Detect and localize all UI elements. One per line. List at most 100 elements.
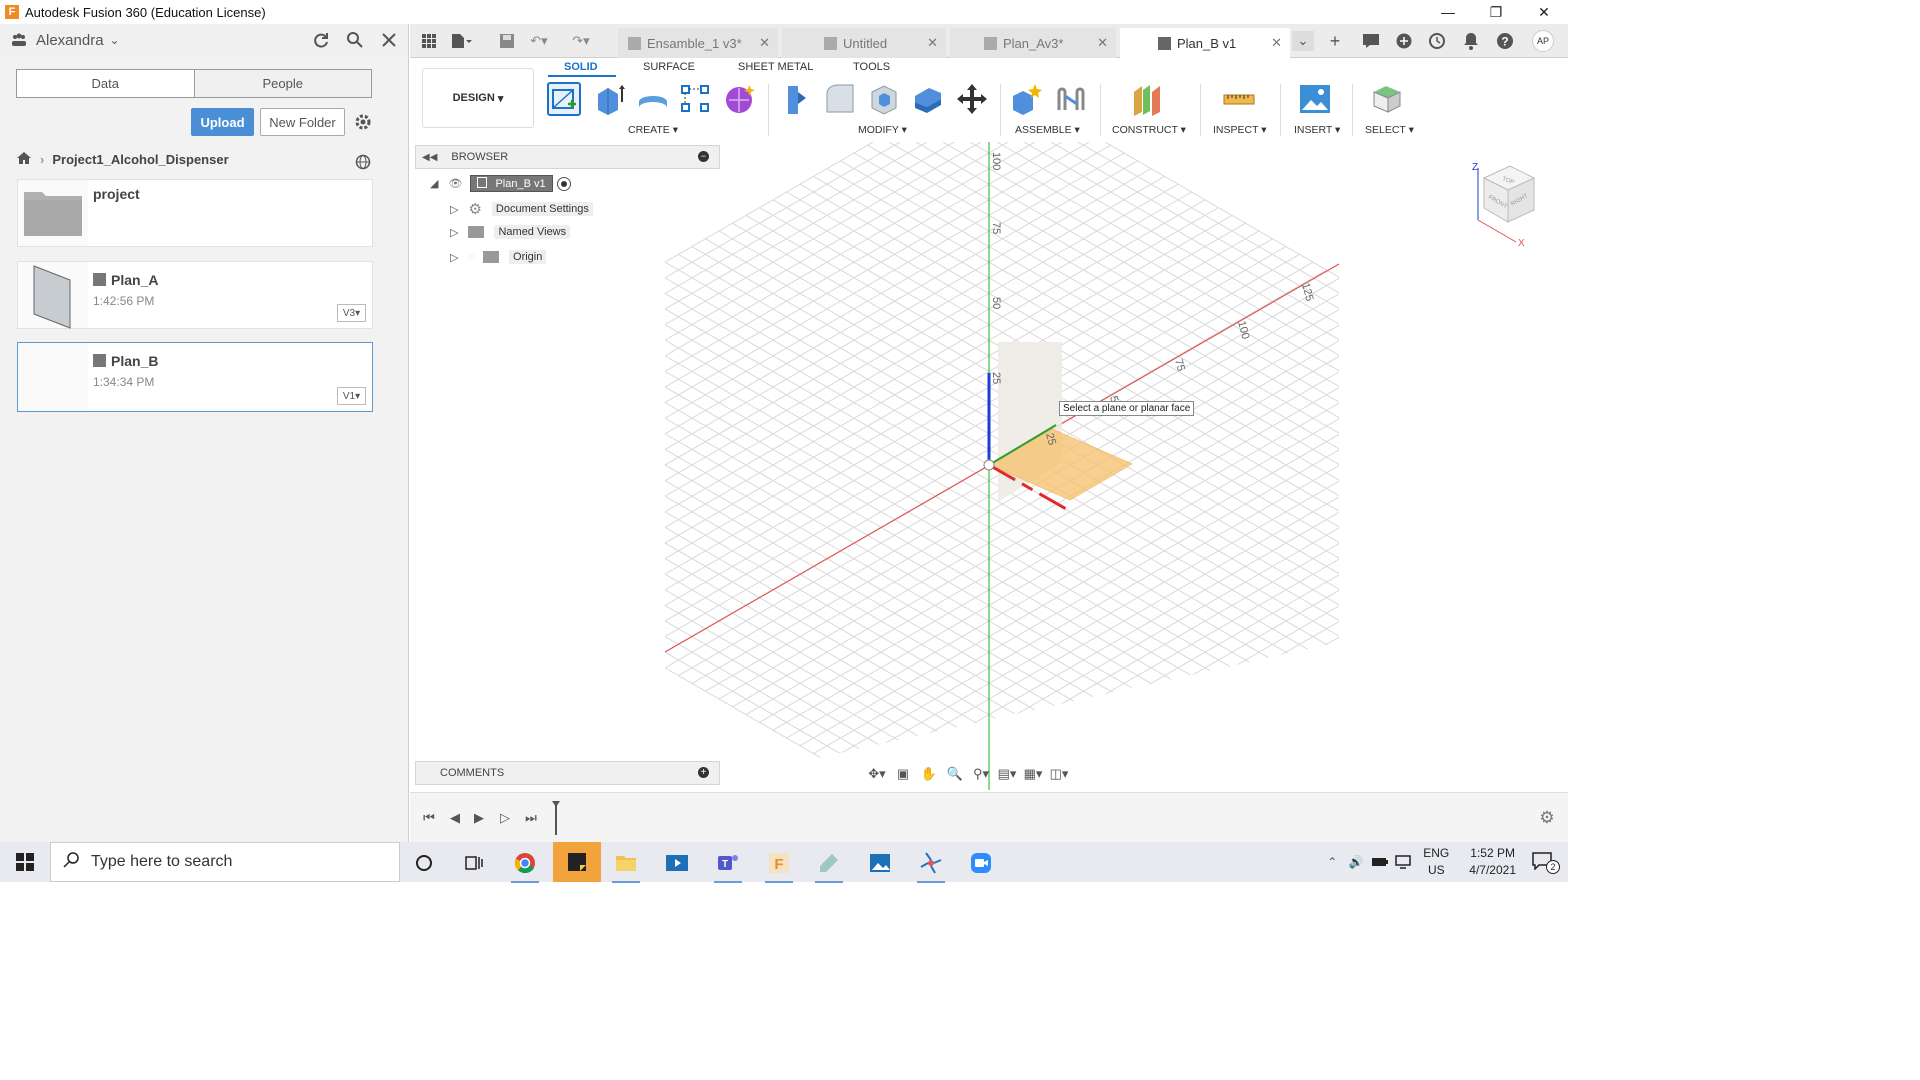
tab-overflow-chevron-icon[interactable]: ⌄ — [1292, 31, 1314, 51]
form-icon[interactable] — [723, 82, 757, 116]
photos-icon[interactable] — [862, 848, 898, 878]
clock[interactable]: 1:52 PM 4/7/2021 — [1469, 845, 1516, 879]
user-name[interactable]: Alexandra — [36, 32, 104, 49]
tree-item-document-settings[interactable]: ▷ ⚙ Document Settings — [450, 200, 593, 218]
job-status-icon[interactable] — [1426, 31, 1448, 51]
teams-icon[interactable]: T — [710, 848, 746, 883]
modify-group-label[interactable]: MODIFY ▾ — [858, 124, 907, 136]
zoom-icon[interactable]: 🔍 — [944, 764, 966, 784]
joint-icon[interactable] — [1054, 82, 1088, 116]
grid-canvas[interactable]: 100 75 50 25 125 100 75 50 25 — [410, 74, 1568, 792]
tab-untitled[interactable]: Untitled ✕ — [782, 28, 946, 58]
file-explorer-icon[interactable] — [608, 848, 644, 883]
file-menu-icon[interactable] — [450, 31, 472, 51]
new-folder-button[interactable]: New Folder — [260, 108, 345, 136]
canvas-viewport[interactable]: 100 75 50 25 125 100 75 50 25 Z X TOP FR… — [410, 74, 1568, 792]
restore-button[interactable]: ❐ — [1472, 0, 1520, 24]
grid-settings-icon[interactable]: ▦▾ — [1022, 764, 1044, 784]
viewports-icon[interactable]: ◫▾ — [1048, 764, 1070, 784]
insert-image-icon[interactable] — [1298, 82, 1332, 116]
revolve-icon[interactable] — [636, 82, 670, 116]
tree-item-named-views[interactable]: ▷ Named Views — [450, 225, 571, 239]
pinwheel-app-icon[interactable] — [913, 848, 949, 883]
zoom-app-icon[interactable] — [963, 848, 999, 878]
expand-triangle-icon[interactable]: ▷ — [450, 203, 458, 216]
tree-item-origin[interactable]: ▷ ◌ Origin — [450, 250, 547, 264]
breadcrumb-project[interactable]: Project1_Alcohol_Dispenser — [52, 152, 228, 167]
minus-icon[interactable]: − — [698, 151, 709, 162]
browser-panel-header[interactable]: ◀◀ BROWSER − — [415, 145, 720, 169]
viewcube[interactable]: Z X TOP FRONT RIGHT — [1470, 160, 1550, 250]
list-item-design-selected[interactable]: Plan_B 1:34:34 PM V1 ▾ — [17, 342, 373, 412]
close-tab-icon[interactable]: ✕ — [759, 35, 770, 51]
battery-icon[interactable] — [1369, 852, 1391, 872]
extrude-icon[interactable] — [593, 82, 627, 116]
tab-plan-b[interactable]: Plan_B v1 ✕ — [1120, 28, 1290, 58]
close-tab-icon[interactable]: ✕ — [1271, 35, 1282, 51]
cortana-icon[interactable] — [406, 848, 442, 878]
timeline-marker[interactable] — [552, 801, 560, 835]
tab-plan-a[interactable]: Plan_Av3* ✕ — [950, 28, 1116, 58]
fit-icon[interactable]: ⚲▾ — [970, 764, 992, 784]
create-group-label[interactable]: CREATE ▾ — [628, 124, 678, 136]
pattern-icon[interactable] — [679, 82, 713, 116]
sticky-notes-icon[interactable] — [553, 842, 601, 882]
orbit-icon[interactable]: ✥▾ — [866, 764, 888, 784]
construct-group-label[interactable]: CONSTRUCT ▾ — [1112, 124, 1186, 136]
collapse-triangle-icon[interactable]: ◢ — [430, 177, 438, 190]
tab-ensamble[interactable]: Ensamble_1 v3* ✕ — [618, 28, 778, 58]
version-dropdown[interactable]: V3 ▾ — [337, 304, 366, 322]
tab-solid[interactable]: SOLID — [564, 61, 598, 73]
expand-triangle-icon[interactable]: ▷ — [450, 251, 458, 264]
upload-button[interactable]: Upload — [191, 108, 254, 136]
language-indicator[interactable]: ENG US — [1423, 845, 1449, 879]
pan-hand-icon[interactable]: ✋ — [918, 764, 940, 784]
minimize-button[interactable]: — — [1424, 0, 1472, 24]
workspace-switcher[interactable]: DESIGN ▾ — [422, 68, 534, 128]
list-item-design[interactable]: Plan_A 1:42:56 PM V3 ▾ — [17, 261, 373, 329]
taskbar-search-box[interactable]: Type here to search — [50, 842, 400, 882]
origin-point[interactable] — [983, 459, 995, 471]
press-pull-icon[interactable] — [780, 82, 814, 116]
save-icon[interactable] — [496, 31, 518, 51]
sketch-app-icon[interactable] — [811, 848, 847, 883]
tree-root-label[interactable]: Plan_B v1 — [470, 175, 553, 192]
redo-icon[interactable]: ↷▾ — [570, 31, 592, 51]
video-app-icon[interactable] — [659, 848, 695, 878]
inspect-group-label[interactable]: INSPECT ▾ — [1213, 124, 1267, 136]
expand-triangle-icon[interactable]: ▷ — [450, 226, 458, 239]
create-sketch-icon[interactable] — [547, 82, 581, 116]
tab-people[interactable]: People — [194, 70, 371, 97]
close-tab-icon[interactable]: ✕ — [927, 35, 938, 51]
help-icon[interactable]: ? — [1494, 31, 1516, 51]
undo-icon[interactable]: ↶▾ — [528, 31, 550, 51]
network-icon[interactable] — [1393, 852, 1415, 872]
globe-icon[interactable] — [352, 152, 374, 172]
visibility-eye-icon[interactable]: 👁 — [448, 177, 462, 190]
step-forward-icon[interactable]: ▷ — [494, 808, 516, 828]
chevron-down-icon[interactable]: ⌄ — [110, 33, 120, 47]
display-settings-icon[interactable]: ▤▾ — [996, 764, 1018, 784]
split-body-icon[interactable] — [911, 82, 945, 116]
chevron-up-icon[interactable]: ⌃ — [1321, 852, 1343, 872]
tab-data[interactable]: Data — [17, 70, 195, 97]
go-to-end-icon[interactable]: ⏭ — [520, 808, 542, 828]
timeline-settings-gear-icon[interactable]: ⚙ — [1536, 808, 1558, 828]
plus-icon[interactable]: + — [698, 767, 709, 778]
app-grid-icon[interactable] — [418, 31, 440, 51]
chrome-icon[interactable] — [507, 848, 543, 883]
fillet-icon[interactable] — [823, 82, 857, 116]
go-to-start-icon[interactable]: ⏮ — [418, 808, 440, 828]
tab-tools[interactable]: TOOLS — [853, 61, 890, 73]
notifications-icon[interactable] — [1460, 31, 1482, 51]
search-icon[interactable] — [344, 30, 366, 50]
gear-icon[interactable] — [352, 112, 374, 132]
list-item-folder[interactable]: project — [17, 179, 373, 247]
tab-surface[interactable]: SURFACE — [643, 61, 695, 73]
task-view-icon[interactable] — [456, 848, 492, 878]
activate-radio-icon[interactable] — [556, 176, 571, 191]
select-icon[interactable] — [1370, 82, 1404, 116]
new-tab-plus-icon[interactable]: + — [1324, 31, 1346, 51]
assemble-group-label[interactable]: ASSEMBLE ▾ — [1015, 124, 1080, 136]
extensions-icon[interactable] — [1393, 31, 1415, 51]
